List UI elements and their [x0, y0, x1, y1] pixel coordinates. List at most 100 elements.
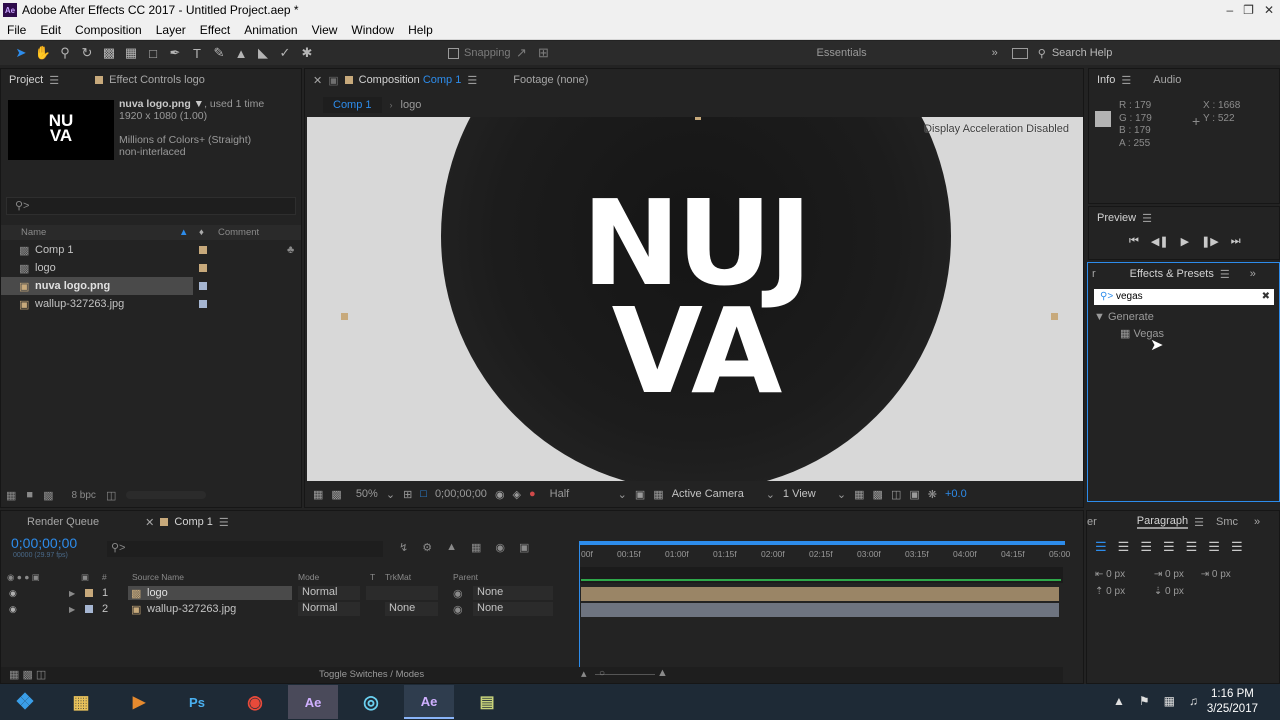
new-folder-icon[interactable]: ■: [26, 489, 33, 501]
indent-right-value[interactable]: 0 px: [1165, 569, 1184, 580]
col-name[interactable]: Name: [21, 225, 46, 240]
project-scrollbar[interactable]: [126, 491, 207, 499]
camera-tool-icon[interactable]: ▩: [98, 43, 120, 63]
zoom-slider[interactable]: ▴ ○ ▲: [579, 667, 1063, 683]
menu-layer[interactable]: Layer: [149, 23, 193, 37]
timeline-menu-icon[interactable]: ☰: [219, 516, 229, 529]
comp-mini-flowchart-icon[interactable]: ↯: [399, 541, 408, 554]
col-source-name[interactable]: Source Name: [132, 570, 184, 584]
align-center-icon[interactable]: ☰: [1118, 539, 1130, 555]
layer-trkmat[interactable]: None: [385, 602, 438, 616]
mask-view-icon[interactable]: ▩: [331, 488, 341, 501]
timeline-icon[interactable]: ▩: [873, 488, 883, 501]
layer-name[interactable]: logo: [147, 587, 168, 599]
fast-previews-icon[interactable]: ▦: [854, 488, 864, 501]
toggle-switches-modes[interactable]: Toggle Switches / Modes: [319, 669, 424, 680]
anchor-handle-top[interactable]: [695, 117, 701, 120]
bpc-label[interactable]: 8 bpc: [71, 490, 95, 501]
col-trkmat[interactable]: TrkMat: [385, 570, 411, 584]
clear-search-icon[interactable]: ✖: [1262, 289, 1270, 304]
region-icon[interactable]: ⊞: [403, 488, 412, 501]
expand-triangle-icon[interactable]: ▶: [69, 589, 75, 598]
tab-paragraph[interactable]: Paragraph: [1136, 515, 1189, 529]
tray-arrow-icon[interactable]: ▲: [1113, 694, 1125, 708]
crumb-logo[interactable]: logo: [401, 99, 422, 111]
layer-mode[interactable]: Normal: [298, 586, 360, 600]
motion-blur-icon[interactable]: ◉: [495, 541, 505, 554]
menu-effect[interactable]: Effect: [193, 23, 237, 37]
type-tool-icon[interactable]: T: [186, 43, 208, 63]
tab-footage[interactable]: Footage (none): [513, 74, 588, 86]
effects-menu-icon[interactable]: ☰: [1220, 268, 1230, 281]
zoom-tool-icon[interactable]: ⚲: [54, 43, 76, 63]
draft-3d-icon[interactable]: ⚙: [422, 541, 432, 554]
tab-left-fragment[interactable]: er: [1087, 516, 1097, 528]
flowchart-icon[interactable]: ♣: [287, 244, 294, 256]
brush-tool-icon[interactable]: ✎: [208, 43, 230, 63]
justify-left-icon[interactable]: ☰: [1163, 539, 1175, 555]
effects-search-input[interactable]: ⚲˃ vegas ✖: [1094, 289, 1274, 305]
close-tab-icon[interactable]: ✕: [313, 74, 322, 87]
expand-triangle-icon[interactable]: ▶: [69, 605, 75, 614]
menu-animation[interactable]: Animation: [237, 23, 304, 37]
lock-icon[interactable]: ▣: [328, 74, 338, 87]
puppet-pin-tool-icon[interactable]: ✱: [296, 43, 318, 63]
next-frame-icon[interactable]: ❚▶: [1201, 235, 1219, 248]
playhead[interactable]: [579, 543, 580, 667]
list-item-selected[interactable]: ▣ nuva logo.png: [1, 277, 301, 295]
always-preview-icon[interactable]: ▦: [313, 488, 323, 501]
time-ruler[interactable]: 00f 00:15f 01:00f 01:15f 02:00f 02:15f 03:00f 0…: [579, 537, 1070, 567]
tab-left-fragment[interactable]: r: [1092, 268, 1096, 280]
project-menu-icon[interactable]: ☰: [49, 74, 59, 87]
ae-active-taskbar-icon[interactable]: Ae: [404, 685, 454, 719]
notepad-icon[interactable]: ▤: [462, 685, 512, 719]
layer-mode[interactable]: Normal: [298, 602, 360, 616]
expand-triangle-icon[interactable]: ▼: [1094, 311, 1105, 323]
indent-first-value[interactable]: 0 px: [1212, 569, 1231, 580]
rotate-tool-icon[interactable]: ↻: [76, 43, 98, 63]
workspace-more-icon[interactable]: »: [992, 47, 998, 59]
layer-bar-logo[interactable]: [581, 587, 1059, 601]
tab-info[interactable]: Info: [1097, 74, 1115, 86]
interpret-footage-icon[interactable]: ▦: [6, 489, 16, 502]
space-before-value[interactable]: 0 px: [1106, 586, 1125, 597]
tab-project[interactable]: Project: [9, 74, 43, 86]
indent-left-value[interactable]: 0 px: [1106, 569, 1125, 580]
tab-smc[interactable]: Smc: [1216, 516, 1238, 528]
reset-exposure-icon[interactable]: ❋: [928, 488, 937, 501]
paragraph-more-icon[interactable]: »: [1254, 516, 1260, 528]
volume-icon[interactable]: ♫: [1189, 694, 1198, 708]
label-swatch[interactable]: [85, 605, 93, 613]
visibility-icon[interactable]: ◉: [9, 588, 17, 599]
eraser-tool-icon[interactable]: ◣: [252, 43, 274, 63]
hand-tool-icon[interactable]: ✋: [32, 43, 54, 63]
composition-menu-icon[interactable]: ☰: [467, 74, 477, 87]
view-dropdown-icon[interactable]: ⌄: [837, 488, 846, 501]
work-area-bar[interactable]: [579, 541, 1065, 545]
justify-center-icon[interactable]: ☰: [1186, 539, 1198, 555]
composition-viewer[interactable]: Display Acceleration Disabled NUJ VA: [307, 117, 1083, 481]
close-tab-icon[interactable]: ✕: [145, 516, 154, 529]
pan-behind-tool-icon[interactable]: ▦: [120, 43, 142, 63]
new-comp-icon[interactable]: ▩: [43, 489, 53, 502]
zoom-dropdown-icon[interactable]: ⌄: [386, 488, 395, 501]
3d-renderer-icon[interactable]: ▣: [909, 488, 919, 501]
timeline-search-input[interactable]: ⚲˃: [107, 541, 383, 557]
chrome-icon[interactable]: ◉: [230, 685, 280, 719]
align-right-icon[interactable]: ☰: [1140, 539, 1152, 555]
camera-dropdown-icon[interactable]: ⌄: [766, 488, 775, 501]
justify-all-icon[interactable]: ☰: [1231, 539, 1243, 555]
first-frame-icon[interactable]: ⏮: [1129, 235, 1139, 248]
label-swatch[interactable]: [199, 282, 207, 290]
pen-tool-icon[interactable]: ✒: [164, 43, 186, 63]
paragraph-menu-icon[interactable]: ☰: [1194, 516, 1204, 529]
prev-frame-icon[interactable]: ◀❚: [1151, 235, 1169, 248]
zoom-value[interactable]: 50%: [356, 488, 378, 500]
layer-parent[interactable]: None: [473, 602, 553, 616]
effects-more-icon[interactable]: »: [1250, 268, 1256, 280]
tab-effects-presets[interactable]: Effects & Presets: [1130, 268, 1214, 280]
roto-brush-tool-icon[interactable]: ✓: [274, 43, 296, 63]
tab-preview[interactable]: Preview: [1097, 212, 1136, 224]
list-item[interactable]: ▩ Comp 1 ♣: [1, 241, 301, 259]
file-explorer-icon[interactable]: ▦: [56, 685, 106, 719]
